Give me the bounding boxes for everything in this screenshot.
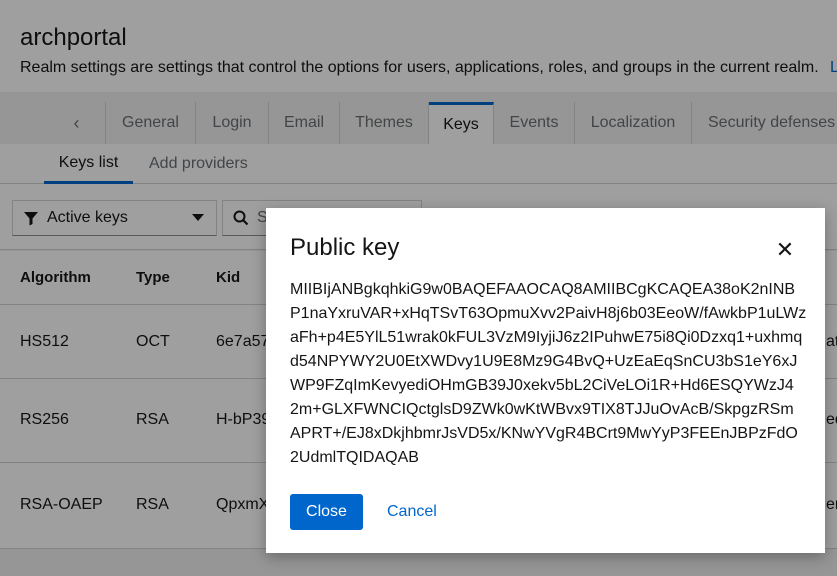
- modal-title: Public key: [290, 234, 400, 261]
- public-key-line: 2m+GLXFWNCIQctglsD9ZWk0wKtWBvx9TIX8TJJuO…: [290, 401, 794, 418]
- public-key-line: d54NPYWY2U0EtXWDvy1U9E8Mz9G4BvQ+UzEaEqSn…: [290, 353, 798, 370]
- public-key-line: aFh+p4E5YlL51wrak0kFUL3VzM9IyjiJ6z2IPuhw…: [290, 329, 803, 346]
- public-key-text: MIIBIjANBgkqhkiG9w0BAQEFAAOCAQ8AMIIBCgKC…: [290, 278, 807, 470]
- public-key-modal: Public key ✕ MIIBIjANBgkqhkiG9w0BAQEFAAO…: [266, 208, 825, 553]
- public-key-line: 2UdmlTQIDAQAB: [290, 449, 419, 466]
- public-key-line: APRT+/EJ8xDkjhbmrJsVD5x/KNwYVgR4BCrt9MwY…: [290, 425, 798, 442]
- public-key-line: P1naYxruVAR+xHqTSvT63OpmuXvv2PaivH8j6b03…: [290, 305, 807, 322]
- cancel-button[interactable]: Cancel: [379, 494, 445, 530]
- close-icon[interactable]: ✕: [773, 237, 797, 262]
- public-key-line: WP9FZqImKevyediOHmGB39J0xekv5bL2CiVeLOi1…: [290, 377, 794, 394]
- close-button[interactable]: Close: [290, 494, 363, 530]
- public-key-line: MIIBIjANBgkqhkiG9w0BAQEFAAOCAQ8AMIIBCgKC…: [290, 281, 796, 298]
